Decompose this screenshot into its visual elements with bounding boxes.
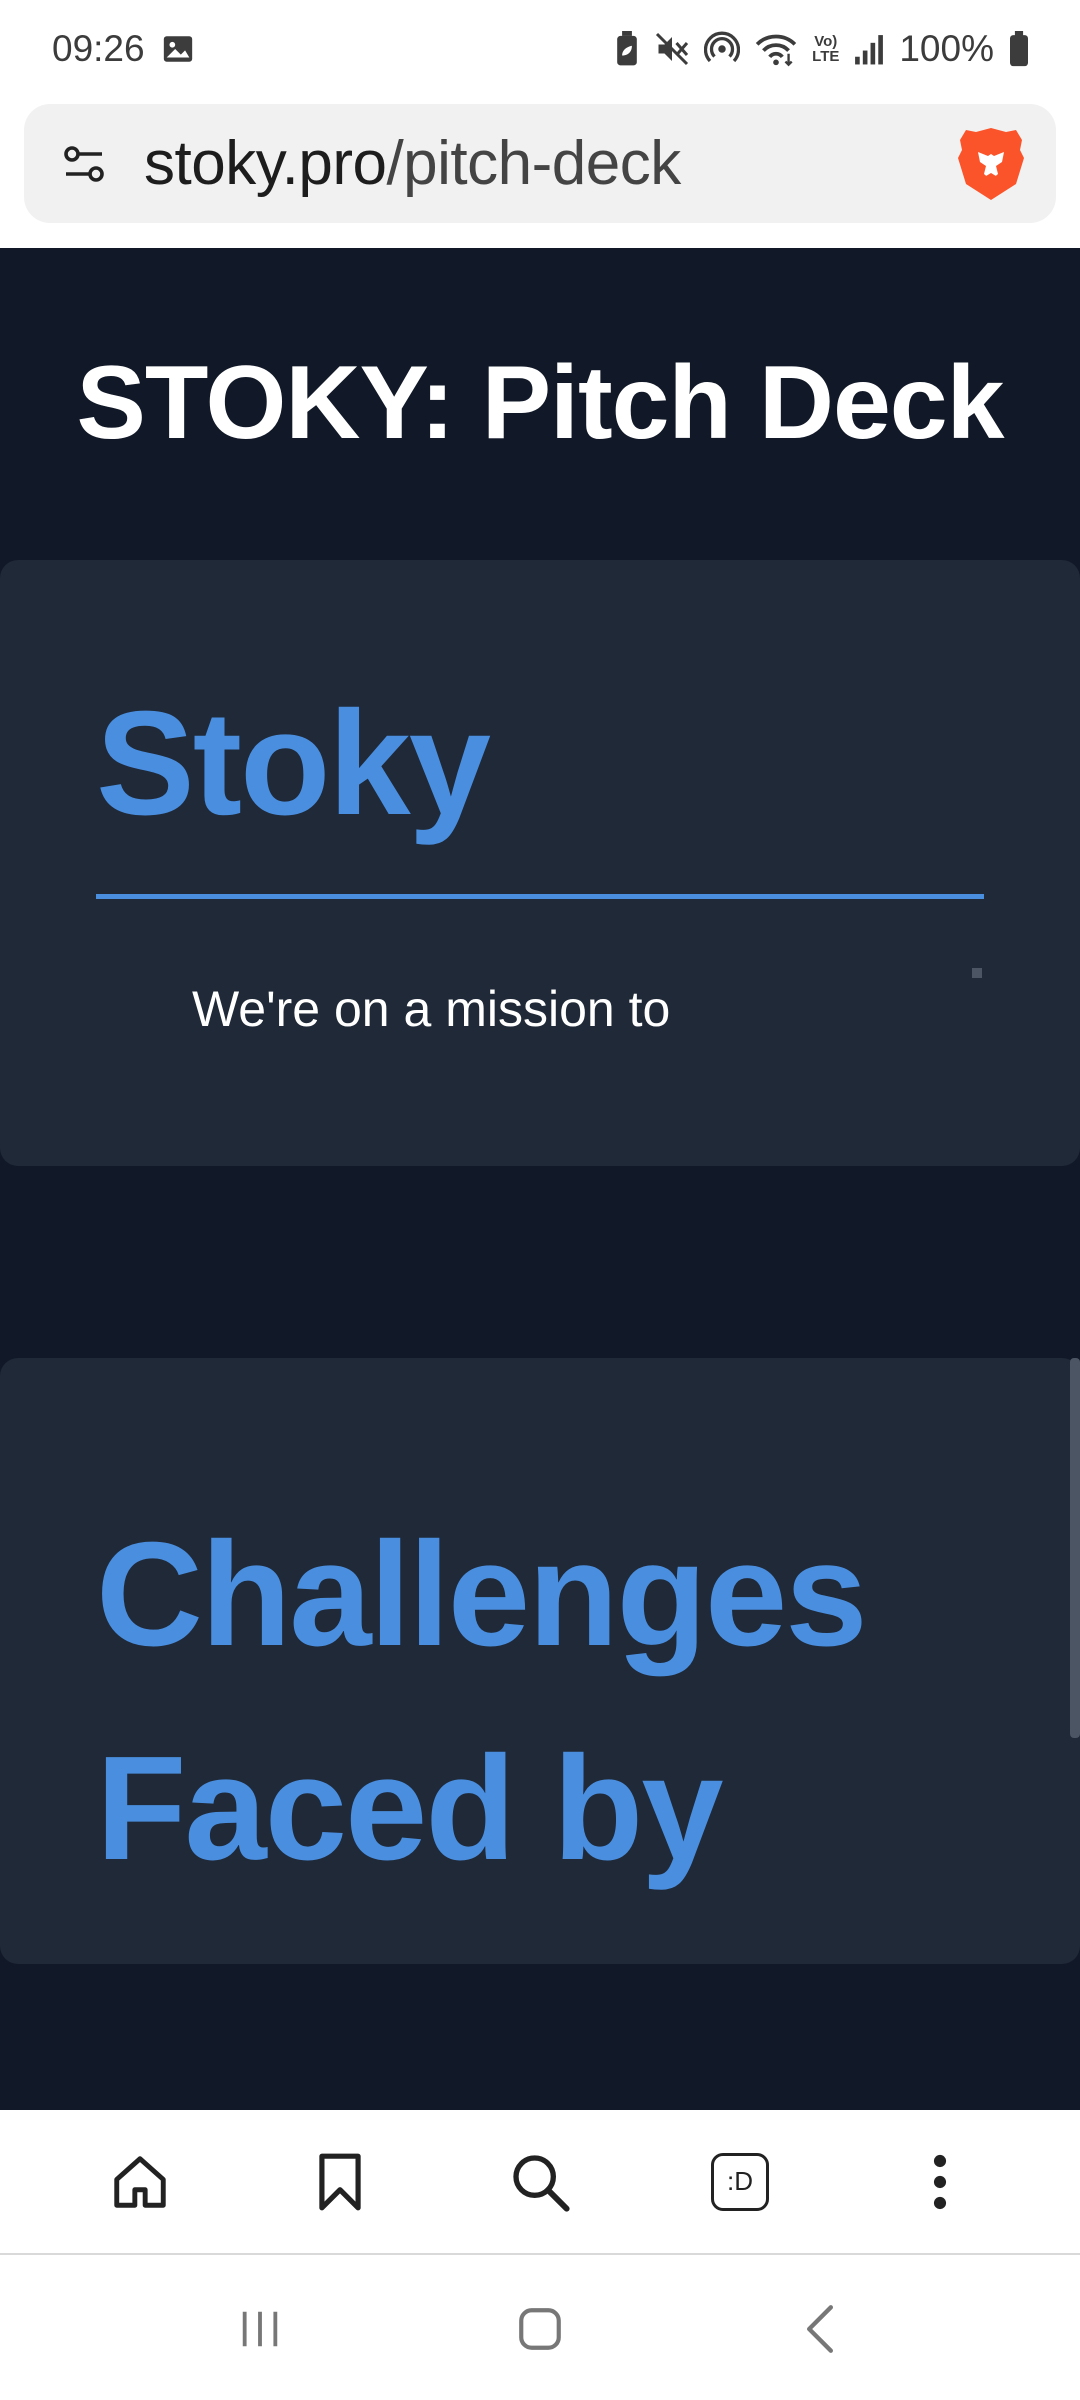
- status-left: 09:26: [52, 28, 195, 70]
- recent-apps-icon: [242, 2311, 278, 2346]
- lte-label-bottom: LTE: [812, 48, 840, 65]
- text-cursor-marker: [972, 968, 982, 978]
- home-nav-button[interactable]: [490, 2279, 590, 2379]
- search-button[interactable]: [490, 2132, 590, 2232]
- page-scrollbar[interactable]: [1070, 1358, 1080, 1738]
- card-heading-stoky: Stoky: [96, 681, 491, 846]
- battery-percent: 100%: [899, 28, 994, 69]
- status-bar: 09:26 Vo) LTE 100%: [0, 0, 1080, 98]
- search-icon: [513, 2154, 570, 2212]
- battery-icon: [1008, 31, 1030, 67]
- mute-icon: [654, 31, 690, 67]
- url-text[interactable]: stoky.pro/pitch-deck: [144, 128, 956, 199]
- tabs-label: :D: [727, 2166, 753, 2196]
- recent-apps-button[interactable]: [210, 2279, 310, 2379]
- home-icon: [114, 2155, 166, 2208]
- lte-icon: Vo) LTE: [812, 34, 839, 64]
- back-icon: [807, 2304, 833, 2353]
- back-button[interactable]: [770, 2279, 870, 2379]
- home-button[interactable]: [90, 2132, 190, 2232]
- tabs-button[interactable]: :D: [690, 2132, 790, 2232]
- mission-text: We're on a mission to: [192, 981, 671, 1037]
- heading-line-2: Faced by: [96, 1726, 724, 1891]
- slide-card-challenges: Challenges Faced by Traders: [0, 1358, 1080, 1964]
- page-title: STOKY: Pitch Deck: [76, 345, 1005, 461]
- signal-icon: [853, 32, 885, 66]
- slide-card-stoky: Stoky We're on a mission to: [0, 560, 1080, 1166]
- card-divider: [96, 894, 984, 899]
- lte-label-top: Vo): [814, 33, 838, 50]
- wifi-icon: [754, 31, 798, 67]
- browser-address-area: stoky.pro/pitch-deck: [0, 98, 1080, 248]
- card-heading-challenges: Challenges Faced by Traders: [96, 1488, 996, 1964]
- hotspot-icon: [704, 31, 741, 67]
- brave-shields-icon[interactable]: [956, 126, 1026, 202]
- heading-line-1: Challenges: [96, 1512, 868, 1677]
- web-page: STOKY: Pitch Deck Stoky We're on a missi…: [0, 248, 1080, 2110]
- url-path: /pitch-deck: [386, 129, 681, 198]
- more-icon: [933, 2154, 947, 2209]
- tabs-icon: :D: [711, 2152, 769, 2211]
- gallery-icon: [161, 32, 195, 66]
- more-menu-button[interactable]: [890, 2132, 990, 2232]
- bookmark-icon: [319, 2153, 361, 2210]
- address-bar[interactable]: stoky.pro/pitch-deck: [24, 104, 1056, 223]
- browser-toolbar: :D: [0, 2110, 1080, 2255]
- status-right: Vo) LTE 100%: [614, 28, 1030, 70]
- site-settings-icon[interactable]: [48, 128, 120, 200]
- url-host: stoky.pro: [144, 129, 387, 198]
- bookmark-button[interactable]: [290, 2132, 390, 2232]
- status-time: 09:26: [52, 28, 145, 69]
- home-nav-icon: [519, 2307, 561, 2350]
- system-navigation-bar: [0, 2257, 1080, 2400]
- battery-saver-icon: [614, 31, 640, 67]
- heading-line-3: Traders: [96, 1916, 996, 1964]
